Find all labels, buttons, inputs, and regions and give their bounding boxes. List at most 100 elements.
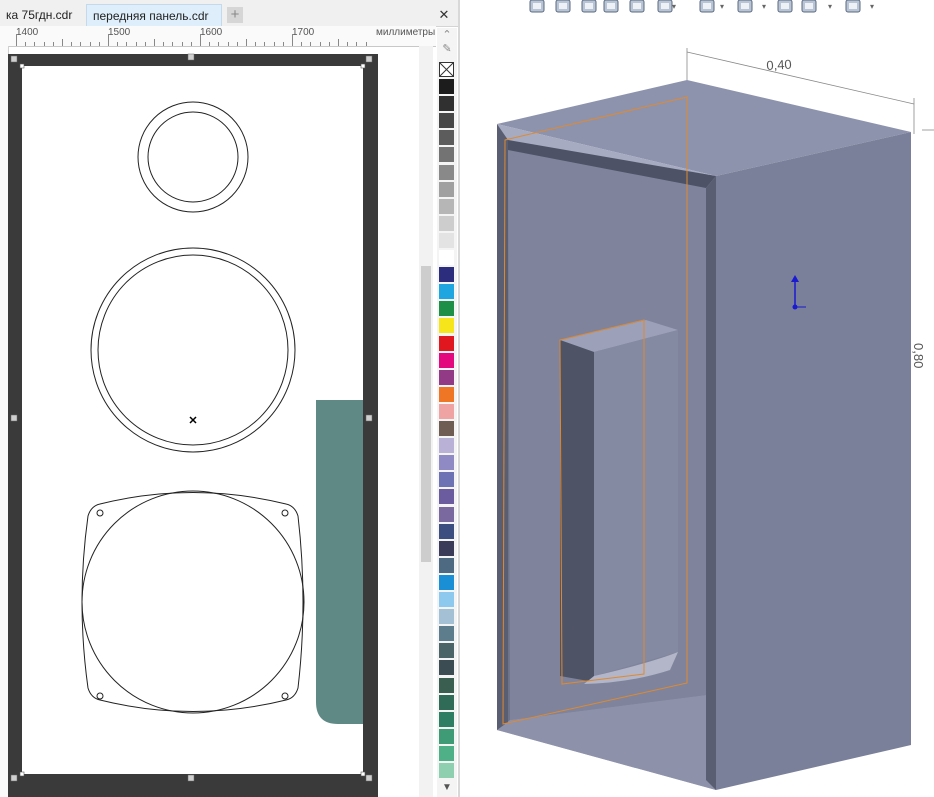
color-swatch[interactable] — [439, 711, 454, 727]
color-swatch[interactable] — [439, 386, 454, 402]
color-swatch[interactable] — [439, 694, 454, 710]
width-dimension-label[interactable]: 0,40 — [766, 57, 792, 73]
color-swatch[interactable] — [439, 147, 454, 163]
color-swatch[interactable] — [439, 335, 454, 351]
color-swatch[interactable] — [439, 592, 454, 607]
color-swatch[interactable] — [439, 489, 454, 505]
ruler-unit-label: миллиметры — [376, 27, 436, 38]
color-swatch[interactable] — [439, 96, 454, 112]
chevron-down-icon[interactable]: ▼ — [437, 779, 457, 797]
chevron-down-icon[interactable]: ▾ — [720, 2, 724, 11]
ruler-tick — [154, 39, 155, 46]
selection-handle — [10, 774, 18, 782]
color-swatch[interactable] — [439, 438, 454, 454]
selection-handle — [10, 414, 18, 422]
apply-scene-icon[interactable] — [800, 0, 818, 16]
ruler-tick — [200, 34, 201, 46]
color-swatch[interactable] — [439, 181, 454, 197]
corner-node — [19, 63, 25, 69]
chevron-down-icon[interactable]: ▾ — [828, 2, 832, 11]
zoom-area-icon[interactable] — [554, 0, 572, 16]
chevron-down-icon[interactable]: ▾ — [672, 2, 676, 11]
color-swatch[interactable] — [439, 318, 454, 334]
ruler-tick — [292, 34, 293, 46]
color-swatch[interactable] — [439, 557, 454, 573]
display-style-icon[interactable] — [698, 0, 716, 16]
color-swatch[interactable] — [439, 113, 454, 129]
color-swatch[interactable] — [439, 369, 454, 385]
color-swatch[interactable] — [439, 421, 454, 436]
color-swatch[interactable] — [439, 352, 454, 368]
color-swatch[interactable] — [439, 472, 454, 488]
color-swatch[interactable] — [439, 284, 454, 300]
ruler-tick — [16, 34, 17, 46]
edit-appearance-icon[interactable] — [776, 0, 794, 16]
color-swatch[interactable] — [439, 506, 454, 522]
color-swatch[interactable] — [439, 301, 454, 317]
close-icon[interactable]: ✕ — [438, 8, 450, 22]
color-swatch[interactable] — [439, 523, 454, 539]
chevron-down-icon[interactable]: ▾ — [762, 2, 766, 11]
plus-icon[interactable]: + — [227, 7, 243, 23]
document-tab-1[interactable]: ка 75гдн.cdr — [0, 4, 84, 26]
view-settings-icon[interactable] — [844, 0, 862, 16]
hide-show-icon[interactable] — [736, 0, 754, 16]
color-swatch[interactable] — [439, 198, 454, 214]
model-view[interactable] — [460, 0, 934, 797]
color-swatch[interactable] — [439, 728, 454, 744]
color-swatch[interactable] — [439, 763, 454, 778]
ruler-tick — [108, 34, 109, 46]
ruler-tick — [246, 39, 247, 46]
color-swatch[interactable] — [439, 626, 454, 642]
color-swatch[interactable] — [439, 455, 454, 471]
selection-handle — [10, 55, 18, 63]
coreldraw-window: ка 75гдн.cdr передняя панель.cdr + ✕ 140… — [0, 0, 458, 797]
zoom-to-fit-icon[interactable] — [528, 0, 546, 16]
color-swatch[interactable] — [439, 164, 454, 180]
no-color-swatch[interactable] — [439, 62, 454, 77]
selection-handle — [187, 53, 195, 61]
color-swatch[interactable] — [439, 130, 454, 146]
ruler-tick — [338, 39, 339, 46]
previous-view-icon[interactable] — [580, 0, 598, 16]
color-swatch[interactable] — [439, 609, 454, 625]
front-left-edge[interactable] — [497, 124, 508, 730]
corner-node — [360, 771, 366, 777]
no-color-icon — [439, 62, 454, 77]
port-panel-shape[interactable] — [316, 400, 363, 724]
vertical-scrollbar-thumb[interactable] — [421, 266, 431, 562]
color-swatch[interactable] — [439, 215, 454, 231]
selection-handle — [365, 414, 373, 422]
selection-handle — [365, 774, 373, 782]
color-swatch[interactable] — [439, 403, 454, 419]
color-swatch[interactable] — [439, 79, 454, 94]
drawing-canvas[interactable] — [8, 46, 419, 797]
dynamic-annotation-icon[interactable] — [628, 0, 646, 16]
eyedropper-icon[interactable]: ✎ — [437, 42, 457, 56]
color-swatch[interactable] — [439, 643, 454, 659]
section-view-icon[interactable] — [602, 0, 620, 16]
port-front-face[interactable] — [594, 330, 678, 676]
ruler-label: 1700 — [292, 27, 315, 38]
color-swatch[interactable] — [439, 745, 454, 761]
corner-node — [360, 63, 366, 69]
color-swatch[interactable] — [439, 540, 454, 556]
box-right-face[interactable] — [716, 132, 911, 790]
port-left-face[interactable] — [560, 340, 594, 682]
color-swatch[interactable] — [439, 250, 454, 265]
color-swatch[interactable] — [439, 574, 454, 590]
chevron-down-icon[interactable]: ▾ — [870, 2, 874, 11]
solidworks-viewport[interactable]: 0,40 0,80 ▾ ▾ ▾ ▾ ▾ — [460, 0, 934, 797]
color-swatch[interactable] — [439, 660, 454, 676]
document-tab-bar: ка 75гдн.cdr передняя панель.cdr + ✕ — [0, 0, 458, 27]
color-swatch[interactable] — [439, 267, 454, 283]
color-swatch[interactable] — [439, 677, 454, 693]
selection-handle — [187, 774, 195, 782]
document-tab-active[interactable]: передняя панель.cdr — [86, 4, 222, 26]
color-swatch[interactable] — [439, 232, 454, 248]
height-dimension-label[interactable]: 0,80 — [911, 343, 926, 368]
ruler-label: 1500 — [108, 27, 131, 38]
chevron-up-icon[interactable]: ⌃ — [437, 28, 457, 42]
horizontal-ruler[interactable]: 1400 1500 1600 1700 миллиметры — [0, 26, 436, 47]
front-right-edge[interactable] — [706, 176, 716, 790]
